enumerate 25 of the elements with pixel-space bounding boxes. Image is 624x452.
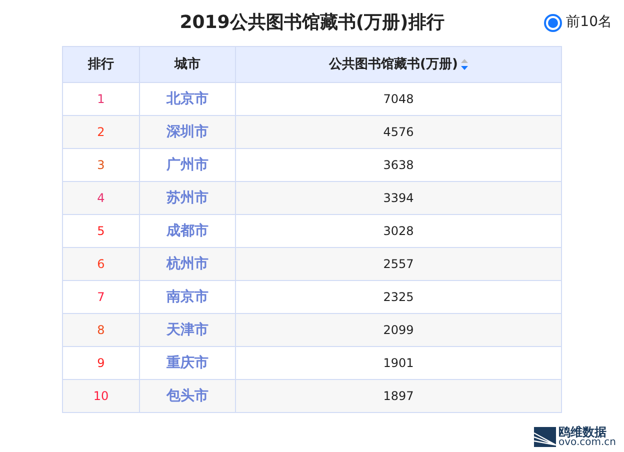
logo-name: 鸥维数据 [558, 426, 608, 438]
value-cell: 1897 [236, 380, 562, 412]
value-cell: 2099 [236, 314, 562, 346]
city-cell: 天津市 [140, 314, 236, 346]
logo-icon [534, 427, 556, 447]
radio-button[interactable] [544, 14, 562, 32]
city-cell: 深圳市 [140, 116, 236, 148]
rank-cell: 10 [62, 380, 140, 412]
sort-icon[interactable] [460, 58, 468, 70]
rank-cell: 6 [62, 248, 140, 280]
column-header: 城市 [140, 46, 236, 82]
chart-title: 2019公共图书馆藏书(万册)排行 [180, 12, 444, 34]
city-cell: 包头市 [140, 380, 236, 412]
column-header: 排行 [62, 46, 140, 82]
value-cell: 4576 [236, 116, 562, 148]
value-cell: 2557 [236, 248, 562, 280]
value-cell: 3394 [236, 182, 562, 214]
city-cell: 苏州市 [140, 182, 236, 214]
radio-label[interactable]: 前10名 [566, 12, 612, 33]
city-cell: 杭州市 [140, 248, 236, 280]
rank-cell: 4 [62, 182, 140, 214]
rank-cell: 2 [62, 116, 140, 148]
column-header[interactable]: 公共图书馆藏书(万册) [236, 46, 562, 82]
logo-url: ovo.com.cn [558, 438, 616, 448]
rank-cell: 8 [62, 314, 140, 346]
